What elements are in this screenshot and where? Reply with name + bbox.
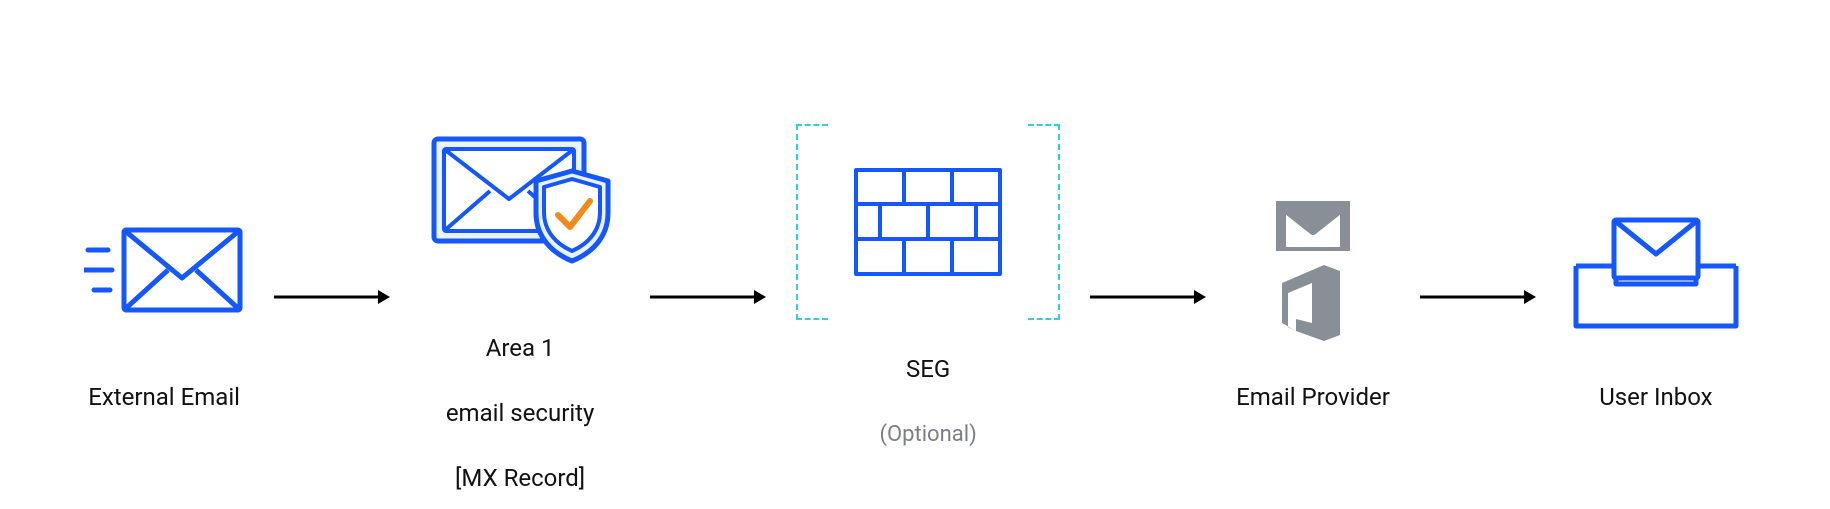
dashed-bracket xyxy=(796,144,1060,300)
label-seg: SEG (Optional) xyxy=(879,320,976,450)
node-external-email: External Email xyxy=(84,181,244,413)
flow-row: External Email xyxy=(84,100,1746,494)
label-area1-l2: email security xyxy=(446,399,595,427)
email-provider-icons xyxy=(1258,181,1368,361)
node-user-inbox: User Inbox xyxy=(1566,181,1746,413)
inbox-icon xyxy=(1566,181,1746,361)
arrow-icon xyxy=(272,207,392,387)
node-email-provider: Email Provider xyxy=(1236,181,1390,413)
incoming-email-icon xyxy=(84,181,244,361)
office-icon xyxy=(1282,265,1340,341)
label-email-provider: Email Provider xyxy=(1236,381,1390,413)
label-area1-l3: [MX Record] xyxy=(455,464,585,492)
label-area1-l1: Area 1 xyxy=(486,334,555,362)
arrow-icon xyxy=(1418,207,1538,387)
label-seg-optional: (Optional) xyxy=(879,422,976,447)
email-flow-diagram: External Email xyxy=(0,0,1830,509)
label-area1: Area 1 email security [MX Record] xyxy=(446,300,595,494)
label-user-inbox: User Inbox xyxy=(1599,381,1712,413)
gmail-icon xyxy=(1276,201,1350,251)
node-area1: Area 1 email security [MX Record] xyxy=(420,100,620,494)
arrow-icon xyxy=(1088,207,1208,387)
firewall-icon xyxy=(848,162,1008,282)
label-seg-title: SEG xyxy=(906,355,950,383)
node-seg: SEG (Optional) xyxy=(796,144,1060,450)
label-external-email: External Email xyxy=(88,381,240,413)
shielded-email-icon xyxy=(420,100,620,280)
arrow-icon xyxy=(648,207,768,387)
